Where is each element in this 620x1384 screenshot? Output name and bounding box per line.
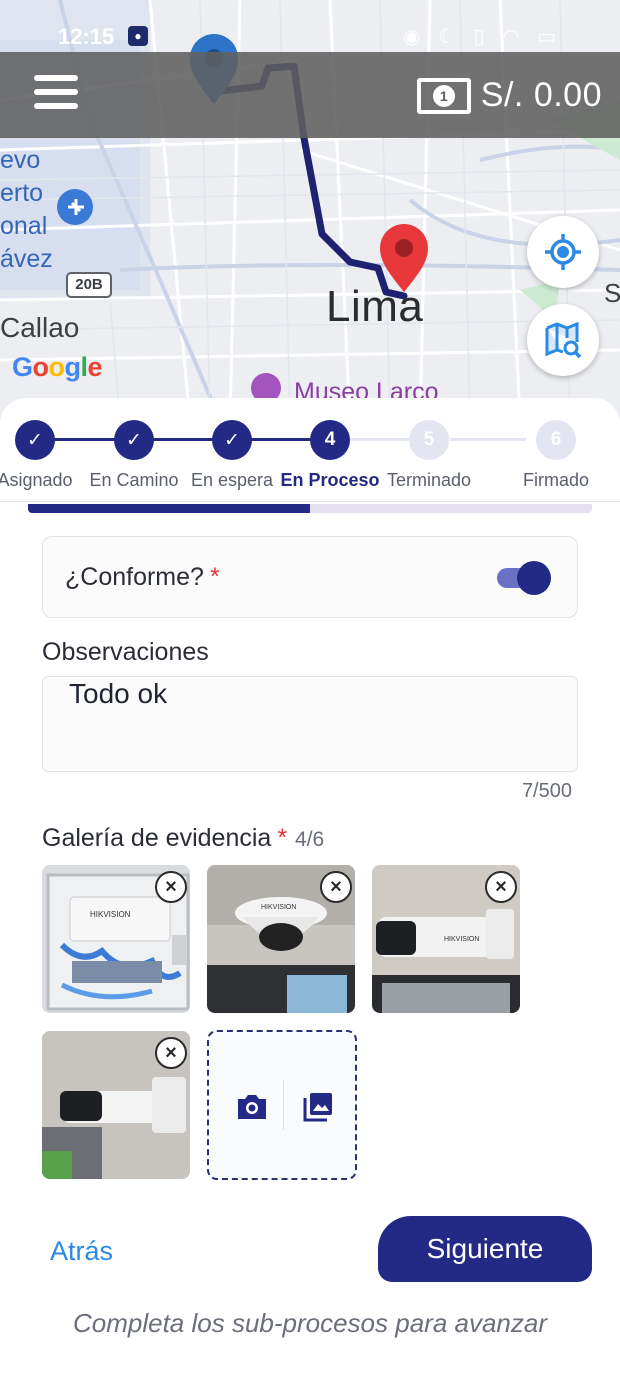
observaciones-input[interactable]: Todo ok — [42, 676, 578, 772]
locate-me-button[interactable] — [527, 216, 599, 288]
step-en-proceso[interactable]: 4 En Proceso — [280, 420, 380, 491]
status-time: 12:15 — [58, 24, 115, 49]
step-label: En espera — [190, 470, 274, 490]
crosshair-icon — [545, 234, 581, 270]
cash-icon: 1 — [416, 77, 471, 114]
airport-label-3: onal — [0, 212, 48, 240]
camera-button[interactable] — [227, 1082, 277, 1132]
check-icon: ✓ — [114, 420, 154, 460]
route-shield: 20B — [66, 272, 112, 298]
gallery-label: Galería de evidencia * 4/6 — [42, 824, 325, 852]
step-terminado[interactable]: 5 Terminado — [379, 420, 479, 491]
progress-fill — [28, 504, 310, 513]
required-mark: * — [209, 563, 220, 591]
map-search-icon — [545, 321, 582, 359]
edge-label: S — [604, 278, 620, 308]
step-en-camino[interactable]: ✓ En Camino — [84, 420, 184, 491]
remove-photo-button[interactable]: × — [320, 871, 352, 903]
step-number: 6 — [536, 420, 576, 460]
divider — [0, 501, 620, 502]
step-number: 4 — [310, 420, 350, 460]
status-icons: ◉ ☾ ▯ ◠ ▭ — [403, 26, 562, 48]
svg-text:HIKVISION: HIKVISION — [90, 910, 131, 919]
add-separator — [283, 1080, 284, 1130]
step-asignado[interactable]: ✓ Asignado — [0, 420, 85, 491]
observaciones-label: Observaciones — [42, 638, 209, 666]
step-en-espera[interactable]: ✓ En espera — [182, 420, 282, 491]
remove-photo-button[interactable]: × — [485, 871, 517, 903]
step-firmado[interactable]: 6 Firmado — [506, 420, 606, 491]
notification-badge-icon: ● — [128, 26, 148, 46]
gallery-icon — [303, 1093, 332, 1122]
district-label: Callao — [0, 312, 80, 343]
balance-amount: S/. 0.00 — [480, 76, 602, 114]
required-mark: * — [277, 824, 288, 852]
process-sheet: ✓ Asignado ✓ En Camino ✓ En espera 4 En … — [0, 398, 620, 1384]
airport-label-2: erto — [0, 179, 44, 207]
hamburger-menu-icon[interactable] — [34, 75, 80, 115]
camera-icon — [238, 1095, 266, 1119]
city-label: Lima — [326, 282, 424, 331]
add-evidence-box — [207, 1030, 357, 1180]
svg-text:HIKVISION: HIKVISION — [444, 936, 479, 943]
back-button[interactable]: Atrás — [50, 1236, 113, 1267]
step-label: Asignado — [0, 470, 73, 490]
advance-hint: Completa los sub-procesos para avanzar — [72, 1308, 548, 1338]
remove-photo-button[interactable]: × — [155, 1037, 187, 1069]
svg-text:HIKVISION: HIKVISION — [261, 904, 296, 911]
map-search-button[interactable] — [527, 304, 599, 376]
process-stepper: ✓ Asignado ✓ En Camino ✓ En espera 4 En … — [0, 398, 620, 498]
app-header: 1 S/. 0.00 — [0, 52, 620, 138]
balance-display: 1 S/. 0.00 — [416, 76, 602, 115]
next-button[interactable]: Siguiente — [378, 1216, 592, 1282]
toggle-knob — [517, 561, 551, 595]
step-label: En Camino — [89, 470, 179, 490]
conforme-label: ¿Conforme? * — [65, 563, 220, 591]
check-icon: ✓ — [15, 420, 55, 460]
process-progress-bar — [28, 504, 592, 513]
character-counter: 7/500 — [521, 780, 572, 802]
conforme-card: ¿Conforme? * — [42, 536, 578, 618]
conforme-toggle[interactable] — [495, 561, 551, 595]
airport-label-1: evo — [0, 146, 41, 174]
check-icon: ✓ — [212, 420, 252, 460]
step-label: Terminado — [386, 470, 472, 490]
gallery-count: 4/6 — [295, 828, 325, 851]
step-label: Firmado — [522, 470, 589, 490]
status-bar: 12:15 ● ◉ ☾ ▯ ◠ ▭ — [0, 0, 620, 52]
step-number: 5 — [409, 420, 449, 460]
google-logo: Google — [12, 352, 103, 382]
remove-photo-button[interactable]: × — [155, 871, 187, 903]
step-label: En Proceso — [280, 470, 380, 490]
gallery-button[interactable] — [293, 1082, 343, 1132]
airport-label-4: ávez — [0, 245, 53, 273]
